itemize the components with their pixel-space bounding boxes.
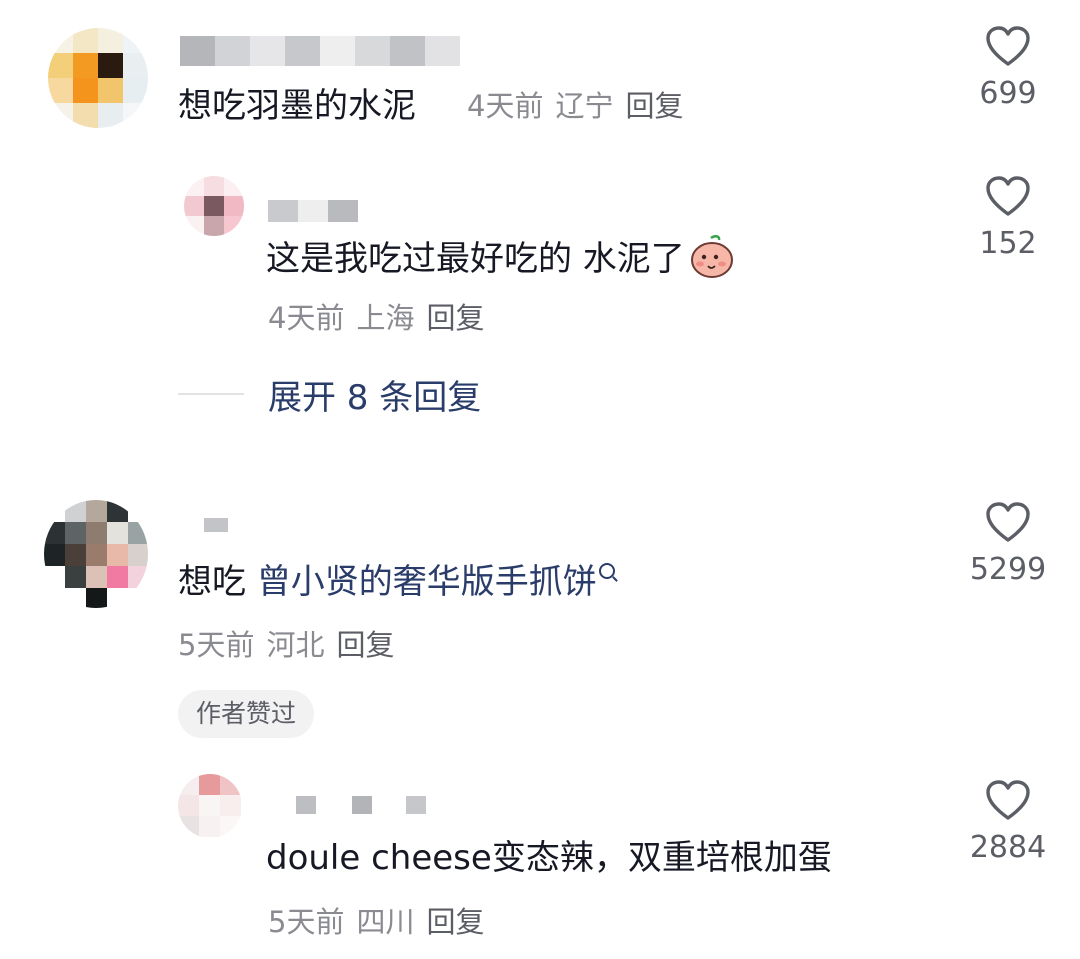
- search-icon: [598, 563, 615, 579]
- reply-meta: 5天前 四川 回复: [268, 904, 496, 940]
- reply-text: 这是我吃过最好吃的 水泥了: [266, 234, 735, 281]
- like-button[interactable]: 5299: [948, 500, 1068, 588]
- reply-button[interactable]: 回复: [426, 905, 484, 939]
- avatar[interactable]: [178, 774, 242, 838]
- reply-text: doule cheese变态辣，双重培根加蛋: [266, 838, 832, 878]
- author-liked-badge: 作者赞过: [178, 690, 315, 738]
- blushing-peach-emoji: [690, 235, 733, 278]
- expand-replies-button[interactable]: 展开 8 条回复: [178, 370, 481, 419]
- search-link-text[interactable]: 曾小贤的奢华版手抓饼: [257, 562, 597, 602]
- like-count: 5299: [969, 552, 1047, 587]
- avatar[interactable]: [184, 176, 244, 236]
- reply-button[interactable]: 回复: [625, 89, 683, 123]
- username-blurred[interactable]: [296, 796, 426, 814]
- comment-time: 5天前: [178, 628, 255, 662]
- username-blurred[interactable]: [180, 36, 460, 66]
- reply-button[interactable]: 回复: [426, 301, 484, 335]
- like-button[interactable]: 2884: [948, 778, 1068, 866]
- comment-time: 4天前: [467, 89, 544, 123]
- reply-button[interactable]: 回复: [336, 628, 394, 662]
- reply-time: 5天前: [268, 905, 345, 939]
- like-count: 2884: [969, 830, 1047, 865]
- reply-meta: 4天前 上海 回复: [268, 300, 496, 336]
- expand-replies-label[interactable]: 展开 8 条回复: [268, 370, 481, 419]
- like-button[interactable]: 152: [948, 174, 1068, 262]
- comment-location: 辽宁: [555, 89, 614, 123]
- reply-time: 4天前: [268, 301, 345, 335]
- heart-outline-icon: [986, 780, 1030, 820]
- reply-location: 四川: [356, 905, 415, 939]
- like-count: 152: [979, 226, 1037, 261]
- expand-divider: [178, 393, 244, 395]
- reply-location: 上海: [356, 301, 415, 335]
- username-blurred[interactable]: [204, 518, 228, 532]
- heart-outline-icon: [986, 26, 1030, 66]
- comment-meta: 5天前 河北 回复: [178, 627, 406, 663]
- like-button[interactable]: 699: [948, 24, 1068, 112]
- heart-outline-icon: [986, 176, 1030, 216]
- avatar[interactable]: [48, 28, 148, 128]
- comment-text: 想吃 曾小贤的奢华版手抓饼: [178, 560, 615, 604]
- username-blurred[interactable]: [268, 200, 358, 222]
- avatar[interactable]: [44, 500, 148, 608]
- search-link[interactable]: 曾小贤的奢华版手抓饼: [257, 562, 615, 602]
- reply-text-content: 这是我吃过最好吃的 水泥了: [266, 239, 685, 279]
- comment-location: 河北: [266, 628, 325, 662]
- comment-text: 想吃羽墨的水泥: [178, 86, 416, 126]
- comment-text-prefix: 想吃: [178, 562, 246, 602]
- heart-outline-icon: [986, 502, 1030, 542]
- comment-meta: 4天前 辽宁 回复: [467, 88, 695, 124]
- like-count: 699: [979, 76, 1037, 111]
